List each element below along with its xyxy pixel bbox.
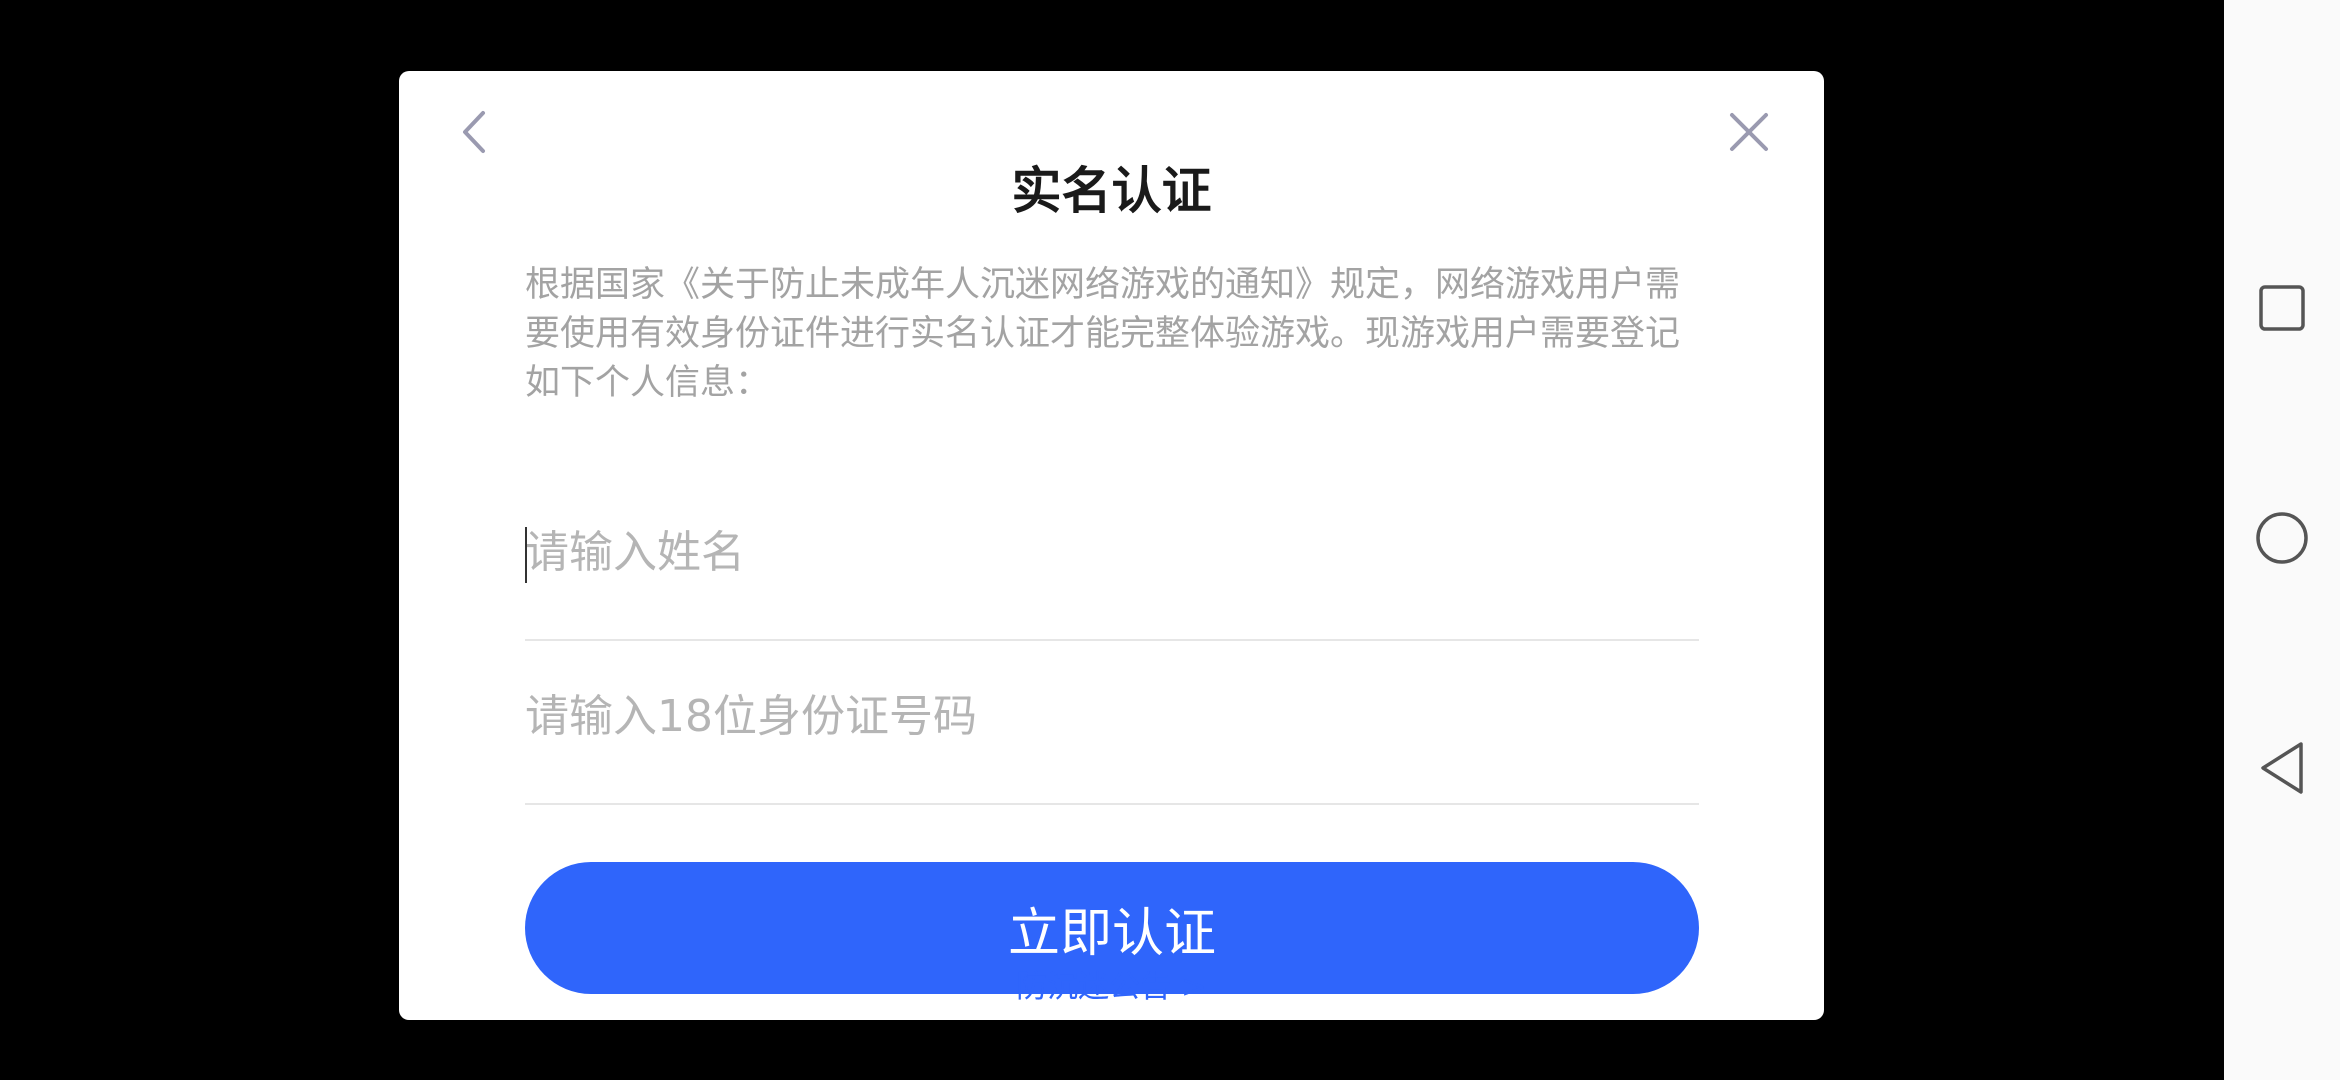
id-number-input[interactable] [525, 641, 1699, 791]
real-name-verification-dialog: 实名认证 根据国家《关于防止未成年人沉迷网络游戏的通知》规定，网络游戏用户需要使… [399, 71, 1824, 1020]
id-number-field [525, 641, 1699, 805]
text-caret [525, 527, 527, 583]
close-icon [1729, 112, 1769, 156]
recents-icon [2258, 284, 2306, 336]
system-back-button[interactable] [2242, 730, 2322, 810]
name-field [525, 477, 1699, 641]
system-navigation-bar [2224, 0, 2340, 1080]
anti-addiction-announcement-link[interactable]: 防沉迷公告 > [399, 961, 1824, 1006]
close-button[interactable] [1714, 99, 1784, 169]
dialog-title: 实名认证 [1011, 162, 1212, 220]
home-button[interactable] [2242, 500, 2322, 580]
back-button[interactable] [439, 99, 509, 169]
back-triangle-icon [2257, 740, 2307, 800]
regulation-notice: 根据国家《关于防止未成年人沉迷网络游戏的通知》规定，网络游戏用户需要使用有效身份… [525, 265, 1681, 403]
home-icon [2255, 511, 2309, 569]
screen: 实名认证 根据国家《关于防止未成年人沉迷网络游戏的通知》规定，网络游戏用户需要使… [0, 0, 2340, 1080]
recents-button[interactable] [2242, 270, 2322, 350]
name-input[interactable] [525, 477, 1699, 627]
chevron-left-icon [459, 109, 489, 159]
